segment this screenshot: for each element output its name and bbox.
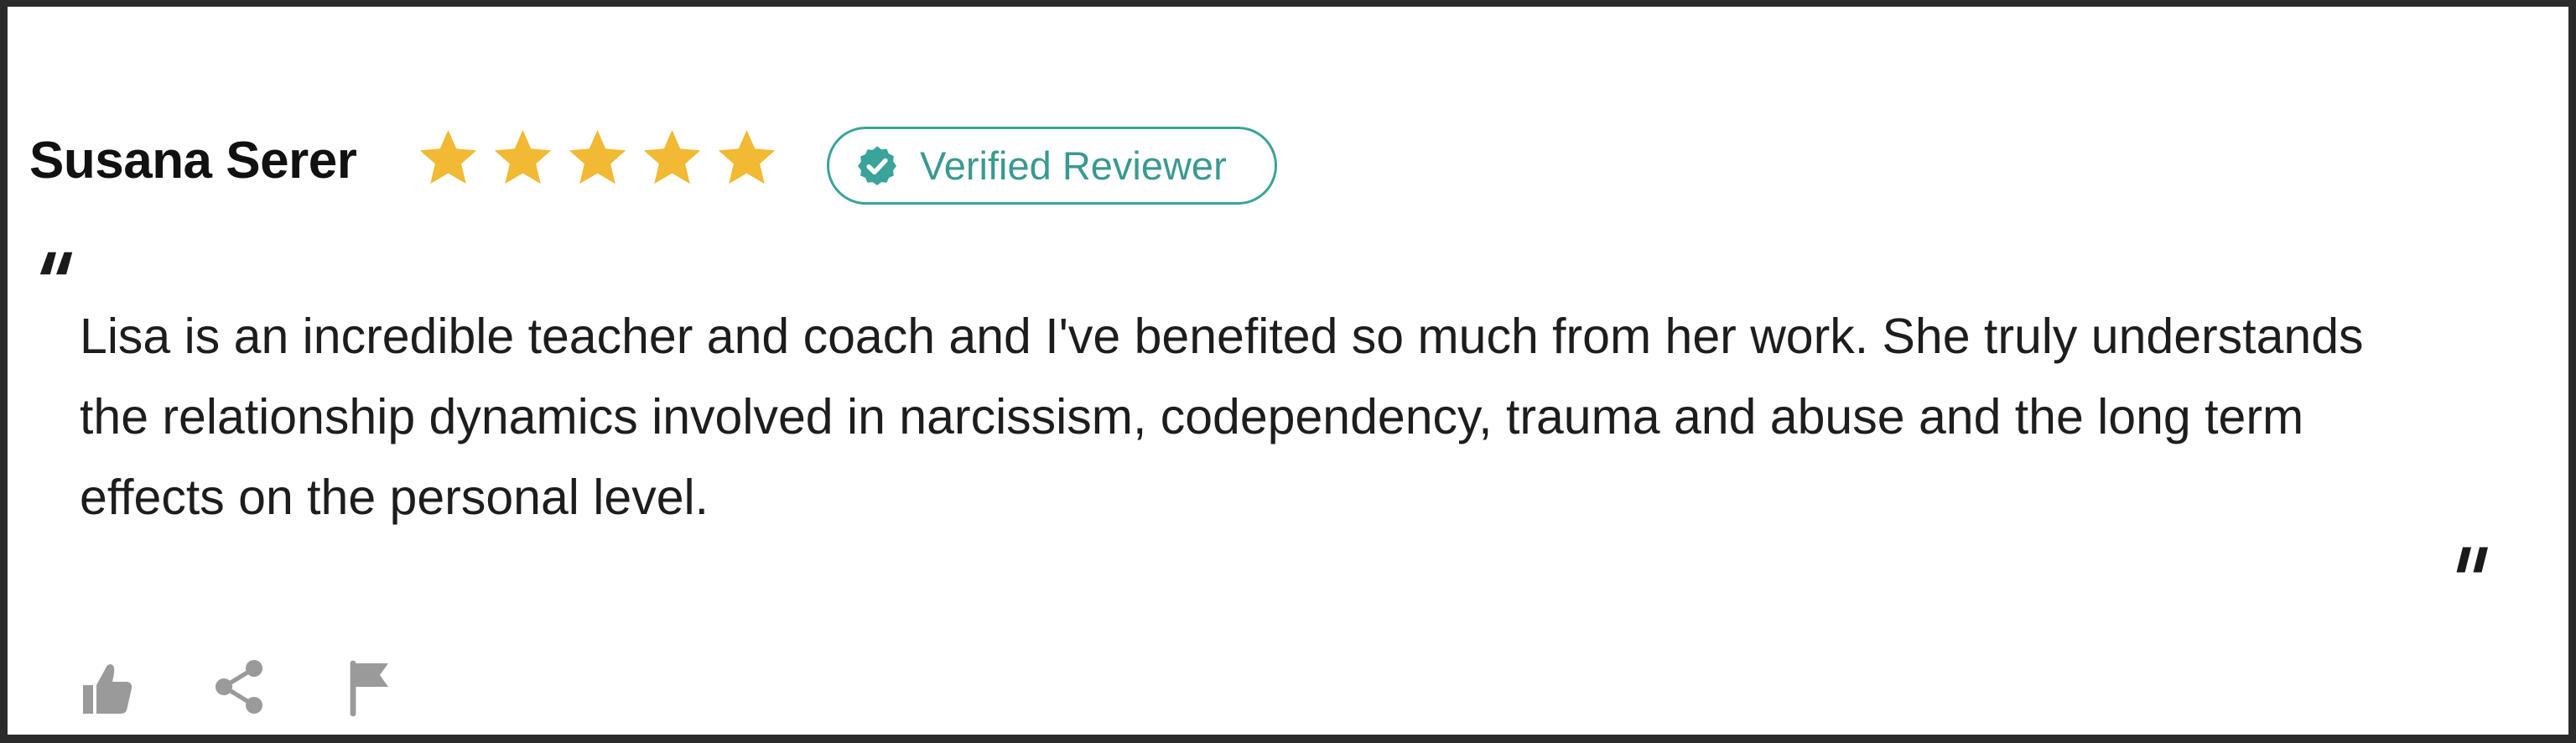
like-button[interactable] xyxy=(80,657,133,717)
reviewer-name: Susana Serer xyxy=(29,132,357,190)
verified-reviewer-badge: Verified Reviewer xyxy=(827,127,1277,205)
star-icon xyxy=(569,130,626,184)
open-quote-icon xyxy=(39,252,73,275)
verified-badge-label: Verified Reviewer xyxy=(920,143,1227,188)
star-icon xyxy=(494,130,552,184)
share-button[interactable] xyxy=(212,657,266,717)
report-button[interactable] xyxy=(345,657,398,717)
share-icon xyxy=(216,660,262,714)
thumbs-up-icon xyxy=(83,664,132,714)
close-quote-icon xyxy=(2456,547,2488,573)
review-card: Susana Serer Verified Reviewer Lisa is a… xyxy=(0,0,2576,743)
flag-icon xyxy=(350,660,388,717)
verified-check-icon xyxy=(858,145,896,185)
star-rating xyxy=(417,126,778,201)
star-icon xyxy=(643,130,701,184)
star-icon xyxy=(718,130,776,184)
star-icon xyxy=(419,130,477,184)
review-text: Lisa is an incredible teacher and coach … xyxy=(80,309,2364,525)
